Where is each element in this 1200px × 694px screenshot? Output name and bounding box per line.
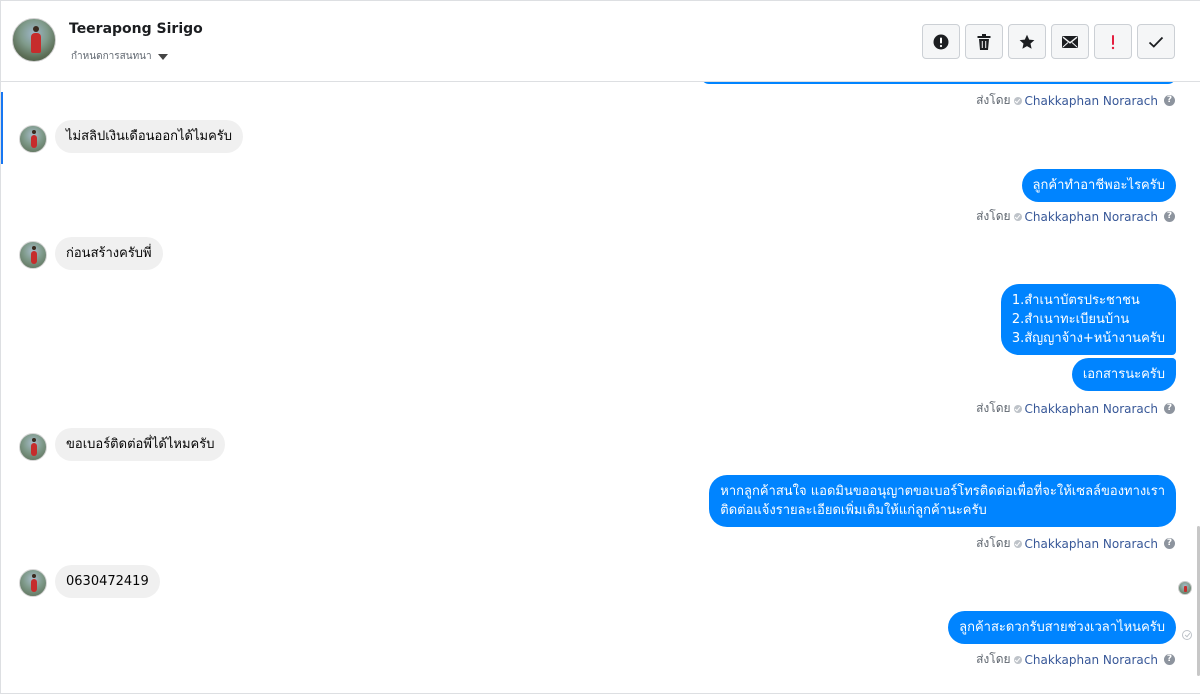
important-button[interactable] [1094, 24, 1132, 59]
sent-by-prefix: ส่งโดย [976, 652, 1011, 666]
help-icon[interactable]: ? [1164, 403, 1175, 414]
verified-icon [1013, 404, 1022, 413]
help-icon[interactable]: ? [1164, 211, 1175, 222]
caret-down-icon [157, 53, 168, 60]
sender-avatar[interactable] [19, 569, 47, 597]
message-bubble-outgoing[interactable]: หากลูกค้าสนใจ แอดมินขออนุญาตขอเบอร์โทรติ… [709, 475, 1176, 527]
assign-label: กำหนดการสนทนา [71, 51, 152, 62]
sent-by-label: ส่งโดย Chakkaphan Norarach ? [976, 91, 1175, 110]
contact-name[interactable]: Teerapong Sirigo [69, 21, 203, 37]
trash-icon [977, 33, 991, 50]
agent-name-link[interactable]: Chakkaphan Norarach [1025, 537, 1158, 551]
sent-by-label: ส่งโดย Chakkaphan Norarach ? [976, 650, 1175, 669]
envelope-icon [1062, 35, 1078, 48]
agent-name-link[interactable]: Chakkaphan Norarach [1025, 94, 1158, 108]
mark-unread-button[interactable] [1051, 24, 1089, 59]
delivered-check-icon [1182, 630, 1192, 640]
sent-by-prefix: ส่งโดย [976, 209, 1011, 223]
verified-icon [1013, 96, 1022, 105]
message-bubble-outgoing[interactable] [701, 82, 1176, 84]
alert-circle-icon [933, 34, 949, 49]
sent-by-prefix: ส่งโดย [976, 93, 1011, 107]
conversation-header: Teerapong Sirigo กำหนดการสนทนา [1, 1, 1200, 82]
inbox-conversation-panel: Teerapong Sirigo กำหนดการสนทนา ส่งโดย Ch… [0, 0, 1200, 694]
verified-icon [1013, 539, 1022, 548]
contact-avatar[interactable] [12, 18, 56, 62]
help-icon[interactable]: ? [1164, 654, 1175, 665]
assign-conversation-dropdown[interactable]: กำหนดการสนทนา [71, 49, 168, 64]
message-thread[interactable]: ส่งโดย Chakkaphan Norarach ? ไม่สลิปเงิน… [1, 82, 1200, 694]
message-bubble-outgoing[interactable]: เอกสารนะครับ [1071, 358, 1176, 391]
check-icon [1148, 36, 1164, 48]
help-icon[interactable]: ? [1164, 538, 1175, 549]
message-bubble-incoming[interactable]: ไม่สลิปเงินเดือนออกได้ไมครับ [55, 120, 244, 153]
conversation-toolbar [922, 24, 1175, 59]
verified-icon [1013, 212, 1022, 221]
message-bubble-incoming[interactable]: ขอเบอร์ติดต่อพี่ได้ไหมครับ [55, 428, 226, 461]
spam-button[interactable] [922, 24, 960, 59]
sent-by-label: ส่งโดย Chakkaphan Norarach ? [976, 399, 1175, 418]
active-indicator [1, 92, 3, 164]
verified-icon [1013, 655, 1022, 664]
message-bubble-outgoing[interactable]: ลูกค้าสะดวกรับสายช่วงเวลาไหนครับ [948, 611, 1176, 644]
message-bubble-outgoing[interactable]: 1.สำเนาบัตรประชาชน 2.สำเนาทะเบียนบ้าน 3.… [1000, 284, 1176, 355]
message-bubble-outgoing[interactable]: ลูกค้าทำอาชีพอะไรครับ [1021, 169, 1176, 202]
sender-avatar[interactable] [19, 433, 47, 461]
message-bubble-incoming[interactable]: ก่อนสร้างครับพี่ [55, 237, 163, 270]
agent-name-link[interactable]: Chakkaphan Norarach [1025, 402, 1158, 416]
done-button[interactable] [1137, 24, 1175, 59]
delete-button[interactable] [965, 24, 1003, 59]
sender-avatar[interactable] [19, 125, 47, 153]
exclamation-icon [1111, 34, 1115, 49]
sent-by-prefix: ส่งโดย [976, 536, 1011, 550]
sent-by-prefix: ส่งโดย [976, 401, 1011, 415]
star-icon [1019, 34, 1035, 49]
star-button[interactable] [1008, 24, 1046, 59]
seen-indicator-avatar [1178, 581, 1192, 595]
sender-avatar[interactable] [19, 241, 47, 269]
message-bubble-incoming[interactable]: 0630472419 [55, 565, 160, 598]
help-icon[interactable]: ? [1164, 95, 1175, 106]
agent-name-link[interactable]: Chakkaphan Norarach [1025, 210, 1158, 224]
sent-by-label: ส่งโดย Chakkaphan Norarach ? [976, 207, 1175, 226]
sent-by-label: ส่งโดย Chakkaphan Norarach ? [976, 534, 1175, 553]
agent-name-link[interactable]: Chakkaphan Norarach [1025, 653, 1158, 667]
